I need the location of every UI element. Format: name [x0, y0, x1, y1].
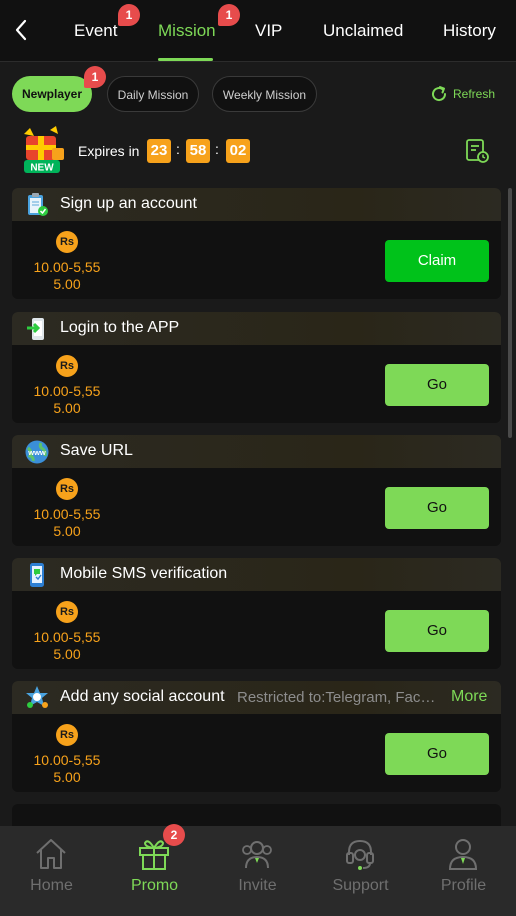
- nav-invite-label: Invite: [238, 877, 277, 894]
- rupee-coin-icon: Rs: [56, 355, 78, 377]
- nav-promo[interactable]: 2 Promo: [103, 824, 206, 916]
- mobile-sms-icon: [30, 563, 44, 587]
- scrollbar[interactable]: [508, 188, 512, 438]
- reward-range: 10.00-5,55: [33, 383, 101, 399]
- reward-amount: 5.00: [53, 646, 81, 662]
- invite-people-icon: [242, 841, 272, 869]
- reward-amount: 5.00: [53, 523, 81, 539]
- nav-profile-label: Profile: [440, 877, 487, 894]
- go-button[interactable]: Go: [385, 364, 489, 406]
- tab-vip[interactable]: VIP: [255, 20, 282, 42]
- subtab-daily-mission[interactable]: Daily Mission: [107, 76, 199, 112]
- headset-icon: [346, 839, 374, 870]
- nav-promo-label: Promo: [130, 877, 179, 894]
- tab-unclaimed[interactable]: Unclaimed: [323, 20, 403, 42]
- tab-event[interactable]: Event: [74, 20, 117, 42]
- subtab-newplayer-badge: 1: [84, 66, 106, 88]
- timer-minutes: 58: [186, 139, 210, 163]
- mission-card: Sign up an account Rs 10.00-5,55 5.00 Cl…: [12, 188, 501, 299]
- rupee-coin-icon: Rs: [56, 478, 78, 500]
- go-button[interactable]: Go: [385, 733, 489, 775]
- home-icon: [36, 839, 66, 869]
- restriction-note: Restricted to:Telegram, Facebook: [237, 689, 442, 706]
- back-arrow-icon[interactable]: [10, 16, 34, 44]
- mission-title: Login to the APP: [60, 319, 180, 336]
- rupee-coin-icon: Rs: [56, 724, 78, 746]
- profile-icon: [448, 839, 478, 870]
- nav-support-label: Support: [332, 877, 389, 894]
- refresh-button[interactable]: Refresh: [429, 84, 495, 104]
- refresh-label: Refresh: [453, 87, 496, 101]
- subtab-weekly-mission[interactable]: Weekly Mission: [212, 76, 317, 112]
- clipboard-check-icon: [28, 193, 48, 216]
- mission-title: Sign up an account: [60, 195, 197, 212]
- nav-support[interactable]: Support: [309, 826, 412, 916]
- mission-title: Mobile SMS verification: [60, 565, 228, 582]
- timer-hours: 23: [147, 139, 171, 163]
- claim-button[interactable]: Claim: [385, 240, 489, 282]
- go-button[interactable]: Go: [385, 487, 489, 529]
- tab-mission[interactable]: Mission: [158, 20, 216, 42]
- mission-card-header: www Save URL: [12, 435, 501, 468]
- new-player-gift-icon: NEW: [24, 126, 64, 174]
- bottom-navigation: Home 2 Promo Invite Support Profile: [0, 824, 516, 916]
- tab-event-badge: 1: [118, 4, 140, 26]
- mission-card: Add any social account Restricted to:Tel…: [12, 681, 501, 792]
- reward-amount: 5.00: [53, 276, 81, 292]
- top-navigation: Event 1 Mission 1 VIP Unclaimed History: [0, 0, 516, 62]
- more-link[interactable]: More: [451, 688, 487, 706]
- reward-amount: 5.00: [53, 400, 81, 416]
- active-tab-underline: [158, 58, 213, 61]
- timer-seconds: 02: [226, 139, 250, 163]
- www-text: www: [27, 448, 46, 457]
- go-button[interactable]: Go: [385, 610, 489, 652]
- refresh-icon: [432, 86, 447, 102]
- mission-card: Login to the APP Rs 10.00-5,55 5.00 Go: [12, 312, 501, 423]
- nav-promo-badge: 2: [163, 824, 185, 846]
- timer-separator: :: [215, 141, 219, 157]
- reward-range: 10.00-5,55: [33, 259, 101, 275]
- mission-title: Add any social account: [60, 688, 225, 705]
- social-share-icon: [26, 686, 48, 708]
- www-globe-icon: www: [25, 440, 49, 464]
- reward-range: 10.00-5,55: [33, 506, 101, 522]
- reward-range: 10.00-5,55: [33, 629, 101, 645]
- mission-card-header: Sign up an account: [12, 188, 501, 221]
- mission-card-header: Login to the APP: [12, 312, 501, 345]
- nav-invite[interactable]: Invite: [206, 826, 309, 916]
- reward-range: 10.00-5,55: [33, 752, 101, 768]
- new-badge-text: NEW: [30, 163, 54, 174]
- mission-title: Save URL: [60, 442, 133, 459]
- reward-amount: 5.00: [53, 769, 81, 785]
- rupee-coin-icon: Rs: [56, 601, 78, 623]
- mission-record-icon[interactable]: [464, 138, 490, 164]
- mission-card-header: Add any social account Restricted to:Tel…: [12, 681, 501, 714]
- subtab-newplayer[interactable]: Newplayer: [12, 76, 92, 112]
- phone-login-icon: [27, 318, 44, 340]
- nav-profile[interactable]: Profile: [412, 826, 515, 916]
- mission-card: www Save URL Rs 10.00-5,55 5.00 Go: [12, 435, 501, 546]
- nav-home[interactable]: Home: [0, 826, 103, 916]
- tab-mission-badge: 1: [218, 4, 240, 26]
- mission-card-header: Mobile SMS verification: [12, 558, 501, 591]
- tab-history[interactable]: History: [443, 20, 496, 42]
- rupee-coin-icon: Rs: [56, 231, 78, 253]
- nav-home-label: Home: [30, 877, 73, 894]
- expires-label: Expires in: [78, 143, 140, 159]
- timer-separator: :: [176, 141, 180, 157]
- mission-card: Mobile SMS verification Rs 10.00-5,55 5.…: [12, 558, 501, 669]
